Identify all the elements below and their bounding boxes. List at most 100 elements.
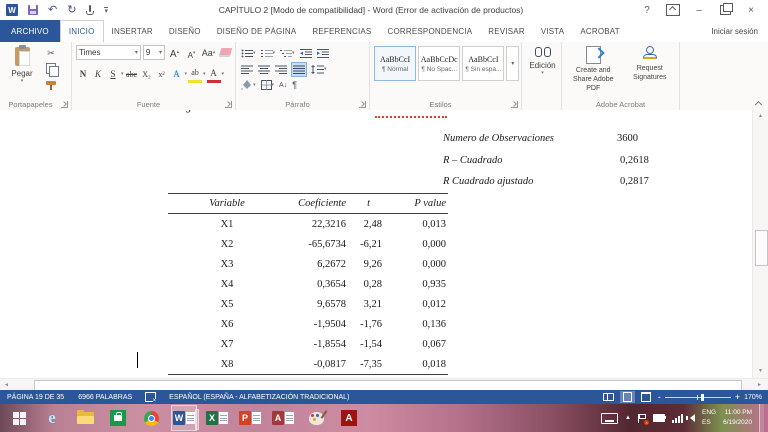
scroll-down-icon[interactable]: ▼	[753, 365, 768, 378]
show-hide-marks-button[interactable]: ¶	[291, 78, 298, 92]
tab-diseno[interactable]: DISEÑO	[161, 20, 209, 42]
acrobat-taskbar-button[interactable]: A	[336, 405, 362, 431]
bullets-button[interactable]: ▾	[240, 46, 257, 60]
show-desktop-button[interactable]	[759, 404, 764, 432]
cut-button[interactable]: ✂	[44, 47, 58, 59]
format-painter-button[interactable]	[44, 77, 58, 89]
increase-indent-button[interactable]	[316, 46, 330, 60]
align-center-button[interactable]	[257, 62, 271, 76]
minimize-button[interactable]: –	[686, 1, 712, 19]
align-left-button[interactable]	[240, 62, 254, 76]
redo-icon[interactable]: ↻	[67, 5, 76, 15]
save-icon[interactable]	[28, 5, 38, 15]
volume-icon[interactable]	[690, 414, 695, 422]
scroll-up-icon[interactable]: ▲	[753, 110, 768, 123]
editing-button[interactable]: Edición	[529, 61, 555, 70]
style-sin-espaciado[interactable]: AaBbCcI ¶ Sin espa...	[462, 46, 504, 81]
change-case-button[interactable]: Aa▾	[201, 46, 216, 60]
clock[interactable]: 11:00 PM6/19/2020	[723, 408, 752, 428]
styles-dialog-launcher-icon[interactable]	[511, 101, 518, 108]
tab-archivo[interactable]: ARCHIVO	[0, 20, 60, 42]
battery-icon[interactable]	[653, 414, 665, 422]
help-button[interactable]: ?	[634, 1, 660, 19]
powerpoint-taskbar-button[interactable]: P	[237, 405, 263, 431]
copy-button[interactable]	[44, 62, 58, 74]
highlight-dropdown-icon[interactable]: ▾	[203, 71, 206, 77]
windows-store-button[interactable]	[105, 405, 131, 431]
bold-button[interactable]: N	[76, 67, 90, 82]
vertical-scroll-thumb[interactable]	[755, 230, 768, 266]
excel-taskbar-button[interactable]: X	[204, 405, 230, 431]
style-normal[interactable]: AaBbCcI ¶ Normal	[374, 46, 416, 81]
zoom-out-button[interactable]: -	[658, 393, 661, 401]
tab-inicio[interactable]: INICIO	[60, 20, 104, 43]
word-count[interactable]: 6966 PALABRAS	[71, 394, 139, 401]
touch-keyboard-icon[interactable]	[601, 413, 618, 424]
tab-correspondencia[interactable]: CORRESPONDENCIA	[379, 20, 480, 42]
multilevel-list-button[interactable]: ▾	[279, 46, 296, 60]
close-button[interactable]: ×	[738, 1, 764, 19]
restore-button[interactable]	[712, 1, 738, 19]
strikethrough-button[interactable]: abc	[125, 67, 139, 82]
paste-button[interactable]: Pegar ▾	[4, 45, 40, 97]
find-binoculars-icon[interactable]	[535, 47, 551, 57]
align-right-button[interactable]	[274, 62, 288, 76]
style-no-spacing[interactable]: AaBbCcDc ¶ No Spac...	[418, 46, 460, 81]
zoom-slider-thumb[interactable]	[701, 394, 704, 401]
clear-formatting-button[interactable]	[218, 46, 233, 60]
request-signatures-button[interactable]: Request Signatures	[623, 46, 678, 97]
justify-button[interactable]	[291, 62, 307, 77]
line-spacing-button[interactable]: ▾	[310, 62, 328, 76]
vertical-scrollbar[interactable]: ▲ ▼	[752, 110, 768, 378]
tab-referencias[interactable]: REFERENCIAS	[304, 20, 379, 42]
page-indicator[interactable]: PÁGINA 19 DE 35	[0, 394, 71, 401]
decrease-indent-button[interactable]	[299, 46, 313, 60]
tab-acrobat[interactable]: ACROBAT	[572, 20, 627, 42]
zoom-in-button[interactable]: +	[735, 393, 740, 401]
text-effects-dropdown-icon[interactable]: ▾	[185, 71, 188, 77]
italic-button[interactable]: K	[91, 67, 105, 82]
sign-in-link[interactable]: Iniciar sesión	[711, 20, 768, 42]
font-color-dropdown-icon[interactable]: ▾	[222, 71, 225, 77]
font-dialog-launcher-icon[interactable]	[225, 101, 232, 108]
tab-vista[interactable]: VISTA	[533, 20, 573, 42]
sort-button[interactable]: A↓	[278, 78, 288, 92]
chrome-button[interactable]	[138, 405, 164, 431]
subscript-button[interactable]: X₂	[140, 67, 154, 82]
editing-dropdown-icon[interactable]: ▾	[541, 70, 544, 76]
superscript-button[interactable]: x²	[155, 67, 169, 82]
font-size-combo[interactable]: 9▾	[143, 45, 165, 60]
grow-font-button[interactable]: A▴	[167, 46, 182, 60]
create-share-pdf-button[interactable]: Create and Share Adobe PDF	[566, 46, 621, 97]
language-switcher[interactable]: ENGES	[702, 408, 716, 428]
undo-icon[interactable]: ↶	[48, 5, 57, 15]
access-taskbar-button[interactable]: A	[270, 405, 296, 431]
paste-dropdown-icon[interactable]: ▾	[21, 78, 24, 84]
zoom-level[interactable]: 170%	[744, 394, 762, 401]
ribbon-display-options-button[interactable]	[660, 1, 686, 19]
borders-button[interactable]: ▾	[260, 78, 276, 92]
touch-mode-icon[interactable]	[86, 5, 94, 15]
more-styles-button[interactable]: ▾	[506, 46, 519, 81]
font-color-button[interactable]: A	[207, 65, 221, 83]
file-explorer-button[interactable]	[72, 405, 98, 431]
language-indicator[interactable]: ESPAÑOL (ESPAÑA - ALFABETIZACIÓN TRADICI…	[162, 394, 356, 401]
tab-revisar[interactable]: REVISAR	[480, 20, 533, 42]
network-signal-icon[interactable]	[672, 414, 683, 423]
show-hidden-icons[interactable]: ▲	[625, 415, 631, 421]
highlight-button[interactable]: ab	[188, 65, 202, 83]
shading-button[interactable]: ▾	[240, 78, 257, 92]
internet-explorer-button[interactable]: e	[39, 405, 65, 431]
start-button[interactable]	[6, 405, 32, 431]
word-taskbar-button[interactable]: W	[171, 405, 197, 431]
paragraph-dialog-launcher-icon[interactable]	[359, 101, 366, 108]
collapse-ribbon-icon[interactable]	[755, 100, 762, 107]
zoom-slider[interactable]	[665, 397, 731, 398]
underline-dropdown-icon[interactable]: ▾	[121, 71, 124, 77]
numbering-button[interactable]: ▾	[260, 46, 277, 60]
clipboard-dialog-launcher-icon[interactable]	[61, 101, 68, 108]
action-center-flag-icon[interactable]: ×	[638, 414, 646, 423]
paint-taskbar-button[interactable]	[303, 405, 329, 431]
underline-button[interactable]: S	[106, 67, 120, 82]
proofing-errors-icon[interactable]	[145, 392, 156, 402]
